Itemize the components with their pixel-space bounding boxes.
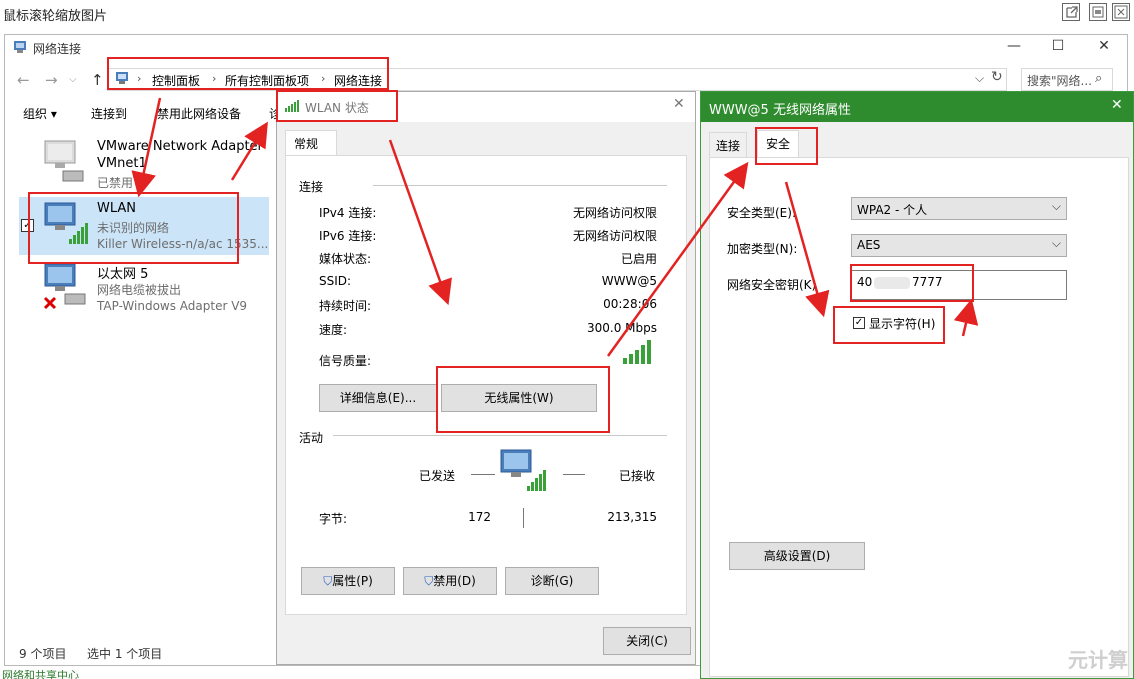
section-activity-heading: 活动 (299, 431, 324, 445)
section-connection-heading: 连接 (299, 180, 324, 194)
details-button[interactable]: 详细信息(E)... (319, 384, 437, 412)
annotation-box-address (107, 57, 389, 90)
close-button[interactable]: 关闭(C) (603, 627, 691, 655)
encryption-type-select[interactable]: AES (851, 234, 1067, 257)
ipv4-value: 无网络访问权限 (572, 206, 657, 220)
shield-icon: ⛉ (323, 574, 333, 588)
diagnose-button[interactable]: 诊断(G) (505, 567, 599, 595)
toolbar-organize[interactable]: 组织 ▾ (23, 105, 57, 122)
security-type-select[interactable]: WPA2 - 个人 (851, 197, 1067, 220)
duration-value: 00:28:06 (603, 297, 657, 311)
received-line (563, 474, 585, 475)
media-state-label: 媒体状态: (319, 252, 372, 266)
speed-label: 速度: (319, 323, 348, 337)
section-divider (373, 185, 667, 186)
bytes-received-value: 213,315 (607, 510, 657, 524)
section-divider (333, 435, 667, 436)
media-state-value: 已启用 (620, 252, 657, 266)
properties-button-label: 属性(P) (332, 574, 373, 588)
sent-line (471, 474, 495, 475)
ipv6-value: 无网络访问权限 (572, 229, 657, 243)
adapter-icon (43, 139, 85, 186)
annotation-box-security-tab (755, 127, 818, 165)
fit-window-icon[interactable] (1089, 3, 1107, 21)
ipv4-label: IPv4 连接: (319, 206, 377, 220)
network-activity-icon (499, 448, 549, 497)
vmware-adapter-status: 已禁用 (97, 176, 134, 190)
annotation-box-show-chars (833, 306, 945, 344)
network-folder-icon (13, 39, 29, 58)
ethernet-adapter-name[interactable]: 以太网 5 (97, 263, 148, 282)
up-arrow-icon[interactable]: ↑ (91, 71, 104, 89)
bytes-sent-value: 172 (468, 510, 491, 524)
vmware-adapter-name[interactable]: VMware Network Adapter (97, 139, 263, 154)
ethernet-adapter-status: 网络电缆被拔出 (97, 283, 182, 297)
annotation-box-wlan (28, 192, 239, 264)
annotation-box-key (850, 264, 974, 302)
properties-dialog-title: WWW@5 无线网络属性 (709, 103, 851, 118)
annotation-box-wireless-props (436, 366, 610, 433)
network-key-label: 网络安全密钥(K) (727, 278, 817, 292)
shield-icon: ⛉ (424, 574, 434, 588)
refresh-icon[interactable]: ↻ (991, 69, 1003, 85)
close-button[interactable]: ✕ (1089, 38, 1119, 54)
wlan-close-icon[interactable]: ✕ (673, 96, 685, 112)
bytes-divider (523, 508, 524, 528)
bytes-label: 字节: (319, 512, 348, 526)
advanced-settings-button[interactable]: 高级设置(D) (729, 542, 865, 570)
viewer-title: 鼠标滚轮缩放图片 (3, 9, 108, 24)
recent-dropdown-icon[interactable]: ⌵ (69, 74, 77, 85)
network-sharing-center-link[interactable]: 网络和共享中心 (2, 670, 79, 679)
disable-button[interactable]: ⛉禁用(D) (403, 567, 497, 595)
ssid-label: SSID: (319, 274, 352, 288)
signal-quality-label: 信号质量: (319, 354, 372, 368)
ssid-value: WWW@5 (601, 274, 657, 288)
vmware-adapter-name-2: VMnet1 (97, 156, 147, 171)
ethernet-adapter-device: TAP-Windows Adapter V9 (97, 299, 248, 313)
forward-arrow-icon[interactable]: → (45, 71, 58, 89)
watermark: 元计算 (1068, 648, 1128, 672)
status-item-count: 9 个项目 (19, 647, 67, 661)
duration-label: 持续时间: (319, 299, 372, 313)
close-viewer-icon[interactable] (1112, 3, 1130, 21)
signal-strength-icon (623, 340, 655, 367)
tab-general[interactable]: 常规 (285, 130, 337, 156)
open-external-icon[interactable] (1062, 3, 1080, 21)
security-type-label: 安全类型(E): (727, 206, 796, 220)
encryption-type-label: 加密类型(N): (727, 242, 798, 256)
search-icon[interactable]: ⌕ (1095, 71, 1102, 86)
properties-close-icon[interactable]: ✕ (1111, 97, 1123, 113)
window-title: 网络连接 (33, 42, 82, 56)
speed-value: 300.0 Mbps (586, 321, 657, 335)
back-arrow-icon[interactable]: ← (17, 71, 30, 89)
properties-button[interactable]: ⛉属性(P) (301, 567, 395, 595)
ethernet-adapter-icon (43, 262, 91, 315)
sent-label: 已发送 (419, 469, 456, 483)
status-selected-count: 选中 1 个项目 (87, 647, 163, 661)
maximize-button[interactable]: ☐ (1043, 38, 1073, 54)
toolbar-disable-device[interactable]: 禁用此网络设备 (157, 105, 241, 122)
tab-connection[interactable]: 连接 (709, 132, 748, 157)
address-dropdown-icon[interactable]: ⌵ (975, 71, 984, 86)
toolbar-connect-to[interactable]: 连接到 (91, 105, 127, 122)
annotation-box-wlan-status (276, 90, 398, 122)
received-label: 已接收 (619, 469, 656, 483)
minimize-button[interactable]: — (999, 38, 1029, 54)
wireless-properties-dialog: WWW@5 无线网络属性 ✕ 连接 安全 安全类型(E): WPA2 - 个人 … (700, 91, 1134, 679)
ipv6-label: IPv6 连接: (319, 229, 377, 243)
disable-button-label: 禁用(D) (433, 574, 476, 588)
